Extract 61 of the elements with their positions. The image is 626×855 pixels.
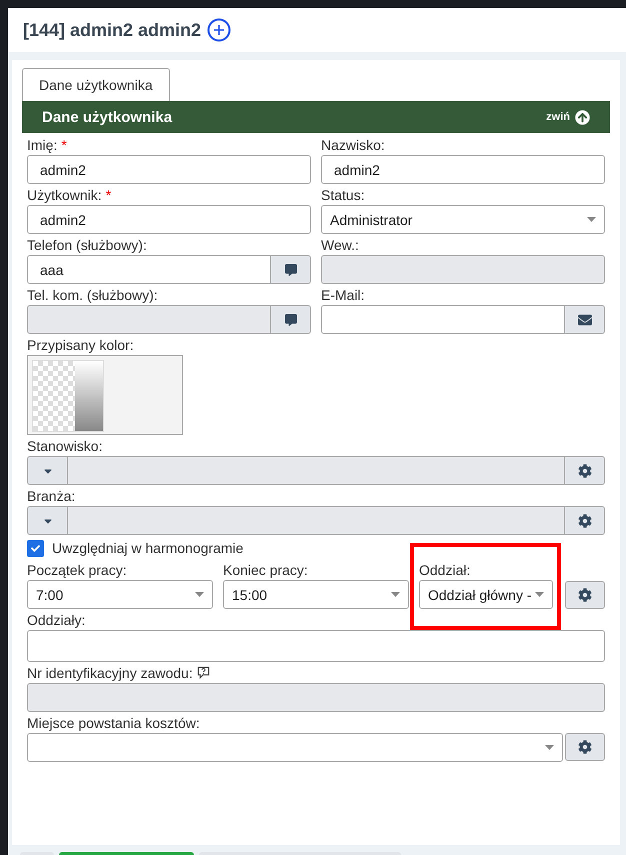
gear-icon <box>578 588 592 602</box>
field-label: Tel. kom. (służbowy): <box>27 286 158 302</box>
settings-button[interactable] <box>565 456 605 485</box>
caret-icon <box>391 592 400 597</box>
select-field[interactable]: 15:00 <box>223 580 409 609</box>
check-icon <box>31 544 40 552</box>
window-title: [144] admin2 admin2 <box>23 20 202 40</box>
caret-icon <box>545 745 554 750</box>
arrow-up-icon <box>575 110 590 124</box>
field-label: Branża: <box>27 488 76 504</box>
field-label: E-Mail: <box>321 286 365 302</box>
field-label: Stanowisko: <box>27 438 102 454</box>
checkbox[interactable] <box>27 540 44 556</box>
color-swatch[interactable] <box>27 355 183 435</box>
settings-button[interactable] <box>565 733 605 761</box>
add-icon[interactable] <box>207 18 232 42</box>
field-label: Przypisany kolor: <box>27 336 134 352</box>
input-field[interactable] <box>27 630 605 662</box>
field-label: Nazwisko: <box>321 136 385 152</box>
input-field[interactable]: admin2 <box>27 205 311 234</box>
caret-icon <box>587 217 596 222</box>
envelope-icon <box>578 312 592 326</box>
input-field[interactable] <box>321 305 565 334</box>
select-field[interactable]: Oddział główny - <box>419 580 553 609</box>
field-label: Początek pracy: <box>27 562 127 578</box>
section-title: Dane użytkownika <box>42 108 172 126</box>
field-label: Koniec pracy: <box>223 562 308 578</box>
dropdown-button[interactable] <box>27 456 67 485</box>
select-field[interactable]: Administrator <box>321 205 605 234</box>
message-button[interactable] <box>271 255 311 284</box>
field-label: Oddziały: <box>27 612 86 628</box>
gear-icon <box>578 514 592 528</box>
tab[interactable]: Dane użytkownika <box>22 68 170 101</box>
message-icon <box>284 314 296 326</box>
caret-icon <box>195 592 204 597</box>
field-label: Oddział: <box>419 562 470 578</box>
checkbox-label: Uwzględniaj w harmonogramie <box>52 540 244 556</box>
field-label: Status: <box>321 186 365 202</box>
field-label: Wew.: <box>321 236 359 252</box>
message-icon <box>284 264 296 276</box>
required-marker: * <box>106 186 112 202</box>
field-label: Użytkownik: <box>27 186 102 202</box>
gear-icon <box>578 464 592 478</box>
settings-button[interactable] <box>565 581 605 609</box>
select-field[interactable] <box>27 733 563 762</box>
input-field[interactable]: aaa <box>27 255 271 284</box>
input-field[interactable]: admin2 <box>27 155 311 184</box>
field-label: Telefon (służbowy): <box>27 236 147 252</box>
message-button[interactable] <box>271 305 311 334</box>
gear-icon <box>578 740 592 754</box>
field-label: Imię: <box>27 136 58 152</box>
settings-button[interactable] <box>565 506 605 535</box>
field-label: Nr identyfikacyjny zawodu: <box>27 664 193 680</box>
input-field[interactable]: admin2 <box>321 155 605 184</box>
dropdown-button[interactable] <box>27 506 67 535</box>
required-marker: * <box>61 136 67 152</box>
collapse-button[interactable]: zwiń <box>546 110 590 124</box>
mail-button[interactable] <box>565 305 605 334</box>
caret-icon <box>535 592 544 597</box>
select-field[interactable]: 7:00 <box>27 580 213 609</box>
field-label: Miejsce powstania kosztów: <box>27 714 200 730</box>
